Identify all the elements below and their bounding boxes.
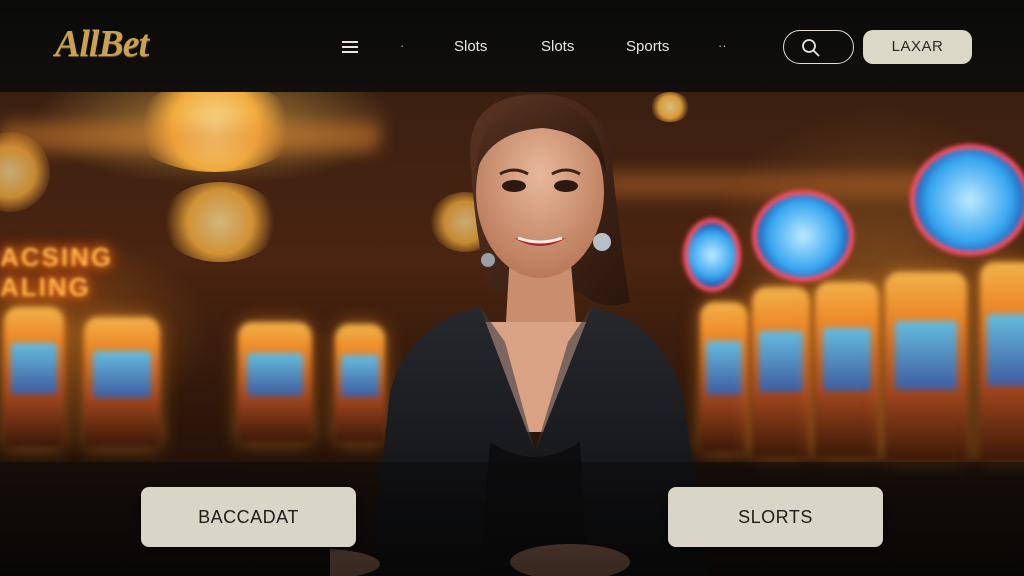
slot-machine [238, 322, 312, 442]
nav-more-dots[interactable]: ·· [718, 38, 727, 53]
slot-machine [885, 272, 967, 462]
top-header: AllBet · Slots Slots Sports ·· LAXAR [0, 0, 1024, 92]
slot-machine [815, 282, 879, 457]
slots-button[interactable]: SLORTS [668, 487, 883, 547]
chandelier-light [160, 182, 280, 262]
neon-sign-line: ALING [0, 272, 91, 302]
slot-sign [752, 190, 854, 282]
nav-separator-dot: · [400, 38, 405, 53]
search-icon [802, 39, 820, 57]
nav-item-slots[interactable]: Slots [454, 38, 487, 55]
neon-sign: ACSING ALING [0, 242, 113, 302]
ceiling-beam [0, 122, 380, 152]
nav-item-sports[interactable]: Sports [626, 38, 669, 55]
baccarat-button[interactable]: BACCADAT [141, 487, 356, 547]
neon-sign-line: ACSING [0, 242, 114, 272]
slot-machine [752, 287, 810, 457]
search-button[interactable] [783, 30, 854, 64]
login-button[interactable]: LAXAR [863, 30, 972, 64]
hamburger-menu-icon[interactable] [342, 41, 358, 53]
slot-machine [980, 262, 1024, 462]
slot-sign [910, 144, 1024, 256]
slot-machine [4, 307, 64, 447]
nav-item-slots-2[interactable]: Slots [541, 38, 574, 55]
slot-machine [84, 317, 160, 447]
